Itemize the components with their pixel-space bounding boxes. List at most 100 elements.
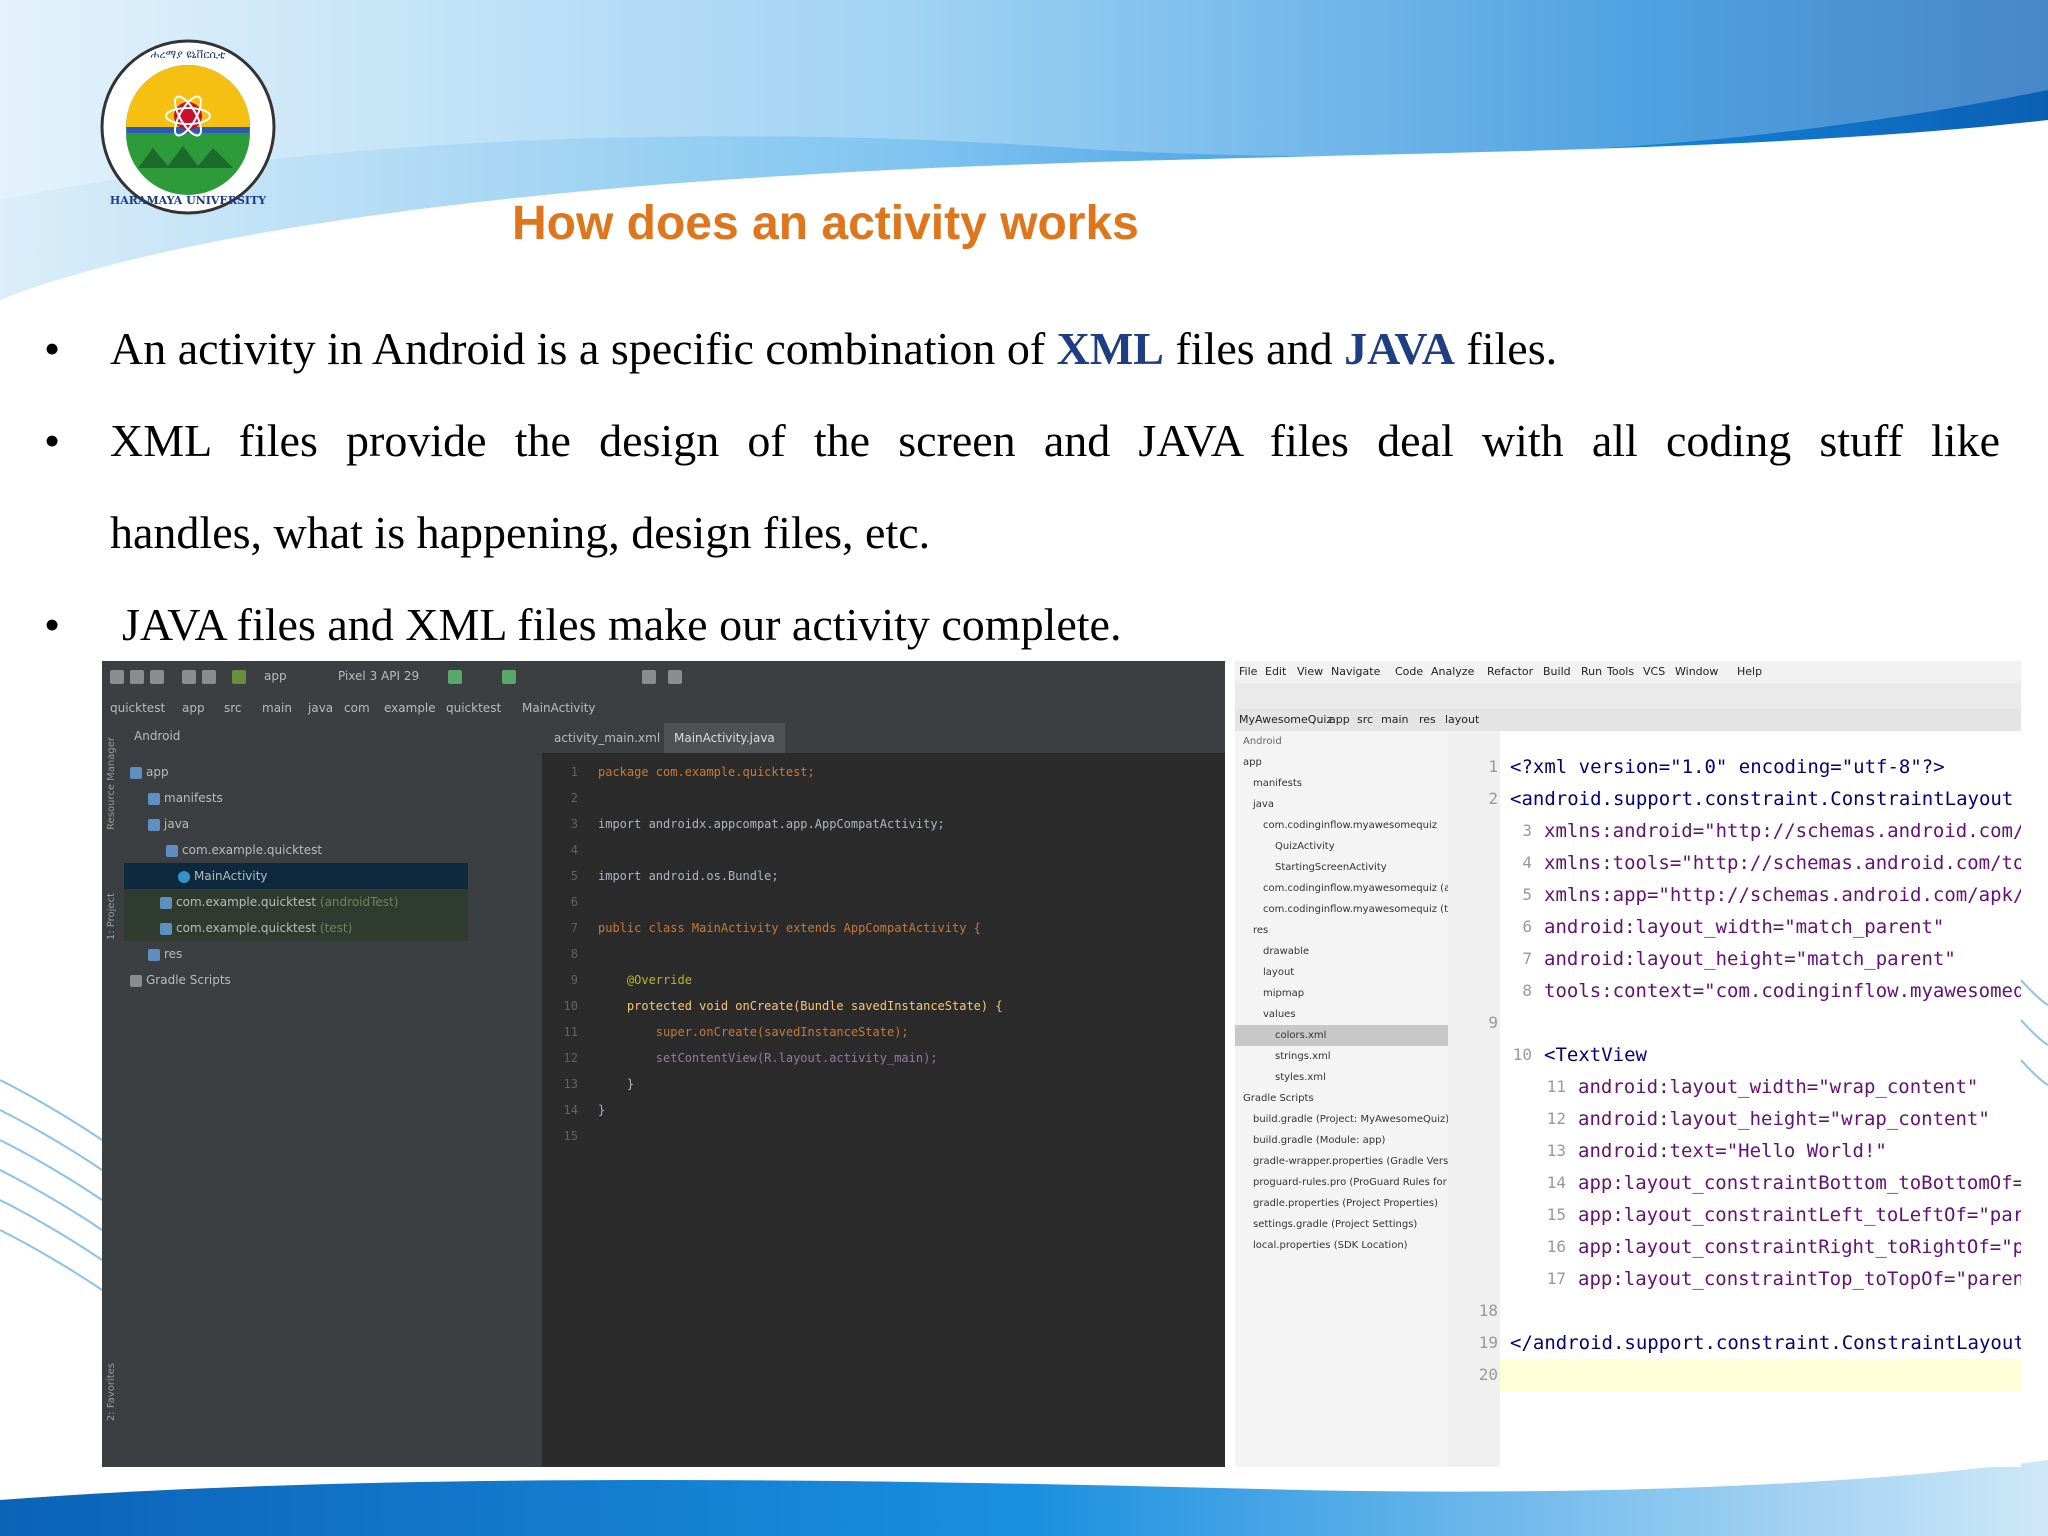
- code-line: 5 import android.os.Bundle;: [570, 869, 779, 883]
- crumb: main: [1381, 713, 1409, 726]
- code-line: 9: [1488, 1013, 1498, 1032]
- bottom-wave: [0, 1460, 2048, 1536]
- java-code: 1 package com.example.quicktest; 2 3 impor…: [542, 759, 1003, 1149]
- crumb: java: [308, 701, 334, 715]
- tree-item: java: [130, 811, 468, 837]
- bullet-1-java: JAVA: [1344, 323, 1455, 374]
- code-line: 13 android:text="Hello World!": [1546, 1140, 1887, 1162]
- menu-item: Help: [1737, 665, 1763, 678]
- bullet-marker: •: [44, 599, 61, 650]
- code-line: 12 setContentView(R.layout.activity_main…: [563, 1051, 938, 1065]
- menu-item: Run: [1581, 665, 1603, 678]
- save-icon: [130, 670, 144, 684]
- folder-icon: [130, 766, 142, 779]
- tree-item: app: [1243, 757, 1262, 768]
- crumb: app: [182, 701, 205, 715]
- bullet-marker: •: [44, 415, 61, 466]
- tree-item: layout: [1263, 967, 1295, 978]
- code-line: 4 xmlns:tools="http://schemas.android.com…: [1522, 852, 2021, 874]
- code-line: 17 app:layout_constraintTop_toTopOf="pare…: [1546, 1268, 2021, 1290]
- crumb: res: [1419, 713, 1436, 726]
- ide-toolbar: app Pixel 3 API 29: [102, 661, 1225, 696]
- xml-editor: 1 <?xml version="1.0" encoding="utf-8"?> …: [1479, 731, 2021, 1467]
- code-line: 16 app:layout_constraintRight_toRightOf="…: [1546, 1236, 2021, 1258]
- code-line: 4: [570, 843, 578, 857]
- code-editor: activity_main.xml MainActivity.java 1 pac…: [542, 723, 1225, 1467]
- code-line: 13 }: [563, 1077, 635, 1091]
- menu-item: View: [1297, 665, 1324, 678]
- logo-top-text: ሐረማያ ዩኒቨርሲቲ: [151, 48, 227, 61]
- project-tree: app manifests java com.example.quicktest…: [124, 759, 468, 993]
- breadcrumb: quicktest app src main java com example …: [102, 695, 1225, 724]
- folder-icon: [148, 818, 160, 831]
- code-line-current: 20: [1479, 1359, 2021, 1391]
- folder-icon: [148, 948, 160, 961]
- gradle-icon: [130, 974, 142, 987]
- tree-item: java: [1253, 799, 1274, 810]
- tree-item-selected: colors.xml: [1235, 1025, 1448, 1046]
- project-panel: Android app manifests java com.codinginf…: [1235, 731, 1506, 1467]
- menu-item: Refactor: [1487, 665, 1534, 678]
- android-studio-light-screenshot: File Edit View Navigate Code Analyze Ref…: [1235, 661, 2021, 1467]
- menu-item: Analyze: [1431, 665, 1475, 678]
- android-studio-dark-screenshot: app Pixel 3 API 29 quicktest app src mai…: [102, 661, 1225, 1467]
- logo-bottom-text: HARAMAYA UNIVERSITY: [110, 194, 266, 207]
- bullet-1-mid: files and: [1163, 323, 1345, 374]
- menu-item: File: [1239, 665, 1258, 678]
- code-line: 7 android:layout_height="match_parent": [1522, 948, 1956, 970]
- tree-item: Gradle Scripts: [130, 967, 468, 993]
- class-icon: [178, 870, 190, 883]
- code-line: 9 @Override: [570, 973, 692, 987]
- university-logo: HARAMAYA UNIVERSITY ሐረማያ ዩኒቨርሲቲ: [100, 39, 276, 215]
- back-icon: [182, 670, 196, 684]
- tree-item: com.codinginflow.myawesomequiz: [1263, 820, 1437, 831]
- menu-item: VCS: [1643, 665, 1666, 678]
- tree-item: com.example.quicktest (androidTest): [124, 889, 468, 915]
- code-line: 15 app:layout_constraintLeft_toLeftOf="pa…: [1546, 1204, 2021, 1226]
- right-line-pattern: [2020, 979, 2048, 1086]
- sdk-manager-icon: [642, 670, 656, 684]
- bullet-2-line-2: handles, what is happening, design files…: [110, 507, 931, 558]
- crumb: com: [344, 701, 370, 715]
- code-line: 3 import androidx.appcompat.app.AppCompat…: [570, 817, 945, 831]
- code-line: 5 xmlns:app="http://schemas.android.com/a…: [1522, 884, 2021, 906]
- code-line: 8 tools:context="com.codinginflow.myaweso…: [1522, 980, 2021, 1002]
- code-line: 6 android:layout_width="match_parent": [1522, 916, 1945, 938]
- bullet-1: An activity in Android is a specific com…: [110, 322, 1557, 375]
- tree-item: settings.gradle (Project Settings): [1253, 1219, 1418, 1230]
- left-line-pattern: [0, 1079, 103, 1291]
- folder-icon: [148, 792, 160, 805]
- tree-item-selected: MainActivity: [124, 863, 468, 889]
- run-icon: [448, 670, 462, 684]
- crumb: app: [1329, 713, 1350, 726]
- code-line: 1 <?xml version="1.0" encoding="utf-8"?>: [1488, 756, 1945, 778]
- favorites-tab: 2: Favorites: [106, 1363, 117, 1422]
- tree-item: Gradle Scripts: [1243, 1093, 1314, 1104]
- crumb: src: [1357, 713, 1374, 726]
- crumb: main: [262, 701, 292, 715]
- crumb: MyAwesomeQuiz: [1239, 713, 1333, 726]
- tree-item: com.codinginflow.myawesomequiz (test): [1263, 904, 1468, 915]
- tree-item: drawable: [1263, 946, 1310, 957]
- crumb: quicktest: [446, 701, 502, 715]
- view-selector: Android: [134, 729, 181, 743]
- folder-icon: [110, 670, 124, 684]
- tree-item: manifests: [130, 785, 468, 811]
- code-line: 2: [570, 791, 578, 805]
- xml-code: 1 <?xml version="1.0" encoding="utf-8"?> …: [1479, 751, 2021, 1391]
- package-icon: [166, 844, 178, 857]
- tab-main-activity-java: MainActivity.java: [664, 723, 785, 753]
- tree-item: res: [130, 941, 468, 967]
- bullet-2-line-1: XML files provide the design of the scre…: [110, 415, 2000, 466]
- crumb: layout: [1445, 713, 1480, 726]
- run-config-select: app: [264, 669, 287, 683]
- crumb: example: [384, 701, 436, 715]
- tool-window-strip: Resource Manager 1: Project 2: Favorites: [102, 723, 125, 1467]
- tree-item: StartingScreenActivity: [1275, 862, 1387, 873]
- tree-item: build.gradle (Module: app): [1253, 1135, 1386, 1146]
- code-line: 6: [570, 895, 578, 909]
- menu-item: Navigate: [1331, 665, 1381, 678]
- bullet-3: JAVA files and XML files make our activi…: [122, 599, 1122, 650]
- hammer-icon: [232, 670, 246, 684]
- crumb: quicktest: [110, 701, 166, 715]
